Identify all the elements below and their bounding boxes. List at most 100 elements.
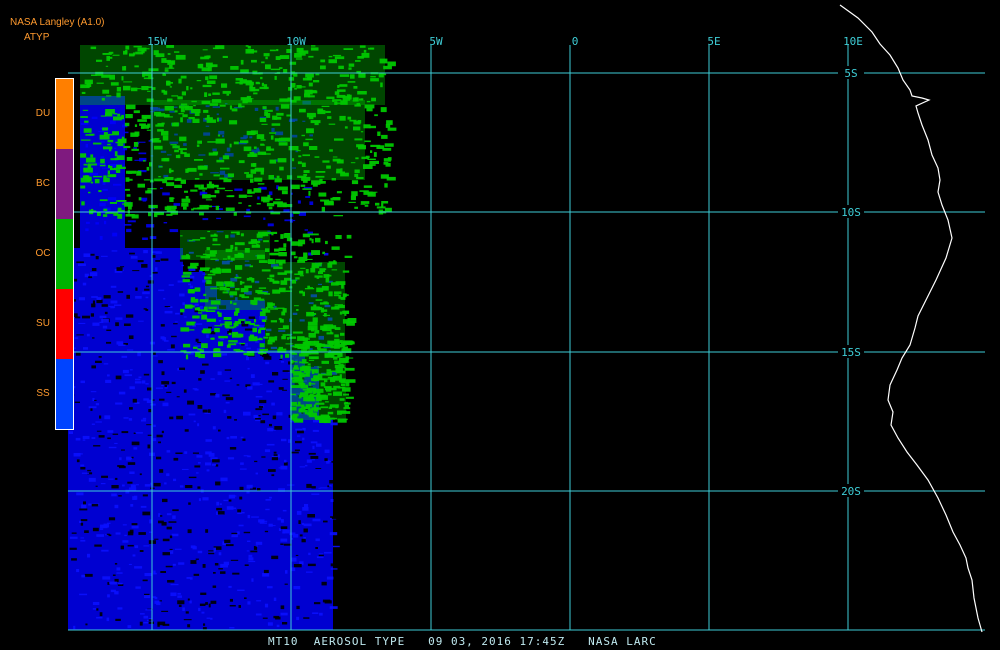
organic-carbon-patch bbox=[304, 390, 313, 394]
organic-carbon-patch bbox=[323, 324, 334, 329]
organic-carbon-patch bbox=[164, 105, 174, 111]
organic-carbon-patch bbox=[289, 336, 296, 339]
organic-carbon-patch bbox=[331, 246, 340, 250]
organic-carbon-patch bbox=[384, 183, 388, 188]
sea-salt-texture bbox=[264, 603, 269, 608]
organic-carbon-patch bbox=[364, 140, 371, 143]
sea-salt-texture bbox=[143, 615, 149, 619]
sea-salt-texture bbox=[121, 355, 128, 358]
organic-carbon-patch bbox=[110, 82, 119, 86]
sea-salt-texture bbox=[193, 573, 200, 576]
organic-carbon-patch bbox=[334, 342, 340, 348]
sea-salt-texture bbox=[165, 565, 173, 568]
sea-salt-texture bbox=[201, 611, 205, 614]
organic-carbon-patch bbox=[240, 140, 249, 144]
sea-salt-texture bbox=[76, 569, 80, 573]
organic-carbon-patch bbox=[301, 365, 311, 370]
sea-salt-texture bbox=[163, 297, 166, 300]
sea-salt-texture bbox=[194, 465, 201, 468]
sea-salt-texture bbox=[74, 401, 80, 403]
organic-carbon-patch bbox=[89, 133, 95, 136]
organic-carbon-patch bbox=[271, 233, 274, 236]
organic-carbon-patch bbox=[366, 100, 371, 103]
sea-salt-texture bbox=[188, 413, 196, 416]
organic-carbon-patch bbox=[249, 323, 256, 326]
organic-carbon-patch bbox=[321, 343, 324, 346]
organic-carbon-patch bbox=[339, 84, 348, 87]
sea-salt-texture bbox=[161, 371, 165, 376]
sea-salt-texture bbox=[229, 329, 232, 333]
sea-salt-texture bbox=[246, 550, 250, 552]
organic-carbon-patch bbox=[174, 51, 180, 53]
sea-salt-texture bbox=[250, 550, 258, 553]
organic-carbon-patch bbox=[259, 298, 265, 301]
sea-salt-texture bbox=[164, 310, 173, 314]
organic-carbon-patch bbox=[370, 144, 381, 147]
organic-carbon-patch bbox=[319, 181, 326, 184]
legend-swatch-oc bbox=[56, 219, 73, 289]
sea-salt-texture bbox=[194, 323, 203, 325]
organic-carbon-patch bbox=[96, 82, 104, 84]
sea-salt-texture bbox=[208, 551, 215, 553]
organic-carbon-patch bbox=[309, 233, 319, 236]
organic-carbon-patch bbox=[124, 188, 130, 191]
organic-carbon-patch bbox=[327, 116, 332, 119]
sea-salt-texture bbox=[71, 532, 77, 534]
organic-carbon-patch bbox=[347, 81, 356, 83]
sea-salt-texture bbox=[327, 460, 332, 462]
sea-salt-texture bbox=[152, 251, 160, 254]
sea-salt-texture bbox=[127, 462, 136, 465]
sea-salt-texture bbox=[244, 597, 247, 599]
sea-salt-texture bbox=[262, 617, 268, 619]
organic-carbon-patch bbox=[344, 347, 347, 349]
organic-carbon-patch bbox=[161, 130, 169, 136]
organic-carbon-patch bbox=[266, 148, 275, 151]
sea-salt-texture bbox=[170, 583, 179, 586]
sea-salt-texture bbox=[324, 449, 330, 453]
sea-salt-texture bbox=[91, 437, 96, 439]
sea-salt-texture bbox=[210, 617, 213, 620]
organic-carbon-patch bbox=[300, 184, 306, 187]
sea-salt-texture bbox=[92, 527, 99, 532]
organic-carbon-patch bbox=[336, 191, 342, 194]
sea-salt-texture bbox=[107, 430, 114, 433]
organic-carbon-patch bbox=[360, 131, 364, 133]
sea-salt-texture bbox=[332, 545, 340, 548]
sea-salt-texture bbox=[185, 611, 189, 614]
sea-salt-texture bbox=[255, 541, 263, 545]
sea-salt-texture bbox=[202, 497, 209, 501]
organic-carbon-patch bbox=[121, 136, 125, 140]
organic-carbon-patch bbox=[318, 394, 327, 398]
organic-carbon-patch bbox=[263, 319, 267, 322]
organic-carbon-patch bbox=[335, 235, 342, 239]
sea-salt-texture bbox=[244, 328, 253, 331]
sea-salt-texture bbox=[310, 441, 318, 444]
organic-carbon-patch bbox=[263, 336, 269, 339]
organic-carbon-patch bbox=[349, 119, 357, 122]
organic-carbon-patch bbox=[336, 102, 341, 104]
organic-carbon-patch bbox=[223, 178, 232, 183]
organic-carbon-patch bbox=[198, 354, 205, 359]
organic-carbon-patch bbox=[162, 135, 169, 141]
sea-salt-texture bbox=[98, 356, 102, 358]
sea-salt-texture bbox=[330, 563, 336, 567]
sea-salt-texture bbox=[291, 451, 299, 454]
organic-carbon-patch bbox=[202, 194, 211, 199]
sea-salt-texture bbox=[160, 571, 166, 573]
organic-carbon-patch bbox=[146, 166, 150, 171]
organic-carbon-patch bbox=[307, 363, 311, 366]
sea-salt-texture bbox=[228, 499, 232, 502]
organic-carbon-patch bbox=[301, 176, 311, 181]
organic-carbon-patch bbox=[328, 59, 337, 64]
organic-carbon-patch bbox=[174, 184, 182, 188]
organic-carbon-patch bbox=[354, 169, 360, 174]
sea-salt-texture bbox=[139, 550, 144, 552]
organic-carbon-patch bbox=[206, 80, 216, 84]
organic-carbon-patch bbox=[307, 325, 318, 331]
sea-salt-texture bbox=[110, 285, 117, 288]
sea-salt-patch bbox=[86, 221, 90, 224]
organic-carbon-patch bbox=[206, 115, 210, 119]
organic-carbon-patch bbox=[196, 80, 202, 82]
organic-carbon-patch bbox=[115, 169, 121, 173]
sea-salt-texture bbox=[178, 562, 185, 565]
